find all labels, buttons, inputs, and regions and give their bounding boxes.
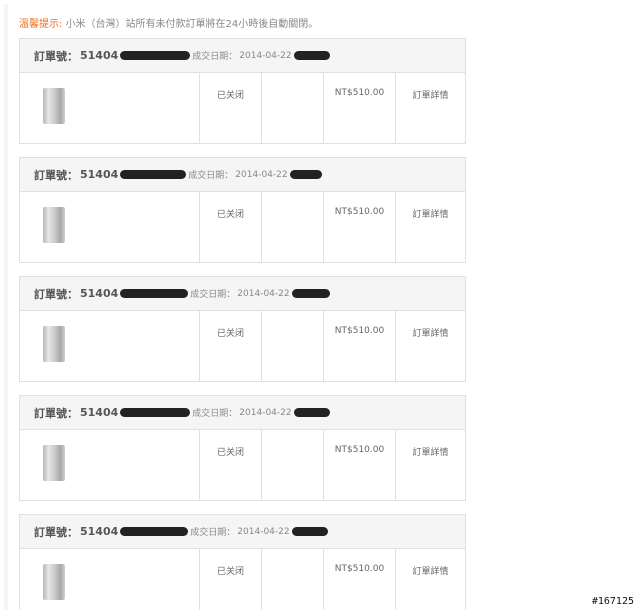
order-row: 已关闭 NT$510.00 訂單詳情 xyxy=(20,73,465,144)
redaction-mark xyxy=(120,170,187,179)
order-price: NT$510.00 xyxy=(324,73,396,144)
order-card: 訂單號： 51404 成交日期： 2014-04-22 已关闭 NT$510.0… xyxy=(19,38,466,144)
power-bank-image[interactable] xyxy=(43,564,65,600)
order-list-content: 溫馨提示: 小米（台灣）站所有未付款訂單將在24小時後自動關閉。 訂單號： 51… xyxy=(8,4,474,610)
redaction-mark xyxy=(291,527,328,536)
order-list-panel: 溫馨提示: 小米（台灣）站所有未付款訂單將在24小時後自動關閉。 訂單號： 51… xyxy=(4,4,474,610)
watermark-id: #167125 xyxy=(591,596,634,607)
redaction-mark xyxy=(120,408,191,417)
redaction-mark xyxy=(291,289,330,298)
order-date: 2014-04-22 xyxy=(239,407,292,418)
product-thumbnail-cell[interactable] xyxy=(20,549,200,610)
order-header: 訂單號： 51404 成交日期： 2014-04-22 xyxy=(20,515,465,549)
order-status: 已关闭 xyxy=(200,73,262,144)
order-row: 已关闭 NT$510.00 訂單詳情 xyxy=(20,192,465,263)
order-date: 2014-04-22 xyxy=(237,526,290,537)
redaction-mark xyxy=(120,289,189,298)
order-header: 訂單號： 51404 成交日期： 2014-04-22 xyxy=(20,158,465,192)
order-number-label: 訂單號： xyxy=(34,525,78,539)
order-detail-link[interactable]: 訂單詳情 xyxy=(396,73,465,144)
empty-cell xyxy=(262,549,324,610)
product-thumbnail-cell[interactable] xyxy=(20,73,200,144)
order-date: 2014-04-22 xyxy=(239,50,292,61)
power-bank-image[interactable] xyxy=(43,207,65,243)
order-card: 訂單號： 51404 成交日期： 2014-04-22 已关闭 NT$510.0… xyxy=(19,514,466,610)
order-date: 2014-04-22 xyxy=(235,169,288,180)
order-detail-link[interactable]: 訂單詳情 xyxy=(396,549,465,610)
order-header: 訂單號： 51404 成交日期： 2014-04-22 xyxy=(20,39,465,73)
notice-label: 溫馨提示: xyxy=(19,19,63,30)
order-number: 51404 xyxy=(80,168,119,181)
order-date-label: 成交日期： xyxy=(188,171,234,181)
redaction-mark xyxy=(120,51,191,60)
order-detail-link[interactable]: 訂單詳情 xyxy=(396,311,465,382)
order-price: NT$510.00 xyxy=(324,192,396,263)
order-number-label: 訂單號： xyxy=(34,287,78,301)
redaction-mark xyxy=(293,51,330,60)
power-bank-image[interactable] xyxy=(43,88,65,124)
order-number-label: 訂單號： xyxy=(34,406,78,420)
order-number: 51404 xyxy=(80,287,119,300)
order-price: NT$510.00 xyxy=(324,549,396,610)
empty-cell xyxy=(262,430,324,501)
empty-cell xyxy=(262,311,324,382)
redaction-mark xyxy=(289,170,322,179)
order-date-label: 成交日期： xyxy=(190,528,236,538)
order-card: 訂單號： 51404 成交日期： 2014-04-22 已关闭 NT$510.0… xyxy=(19,276,466,382)
order-number: 51404 xyxy=(80,49,119,62)
order-row: 已关闭 NT$510.00 訂單詳情 xyxy=(20,430,465,501)
empty-cell xyxy=(262,73,324,144)
order-header: 訂單號： 51404 成交日期： 2014-04-22 xyxy=(20,396,465,430)
order-status: 已关闭 xyxy=(200,192,262,263)
empty-cell xyxy=(262,192,324,263)
order-price: NT$510.00 xyxy=(324,311,396,382)
order-date: 2014-04-22 xyxy=(237,288,290,299)
order-row: 已关闭 NT$510.00 訂單詳情 xyxy=(20,311,465,382)
order-detail-link[interactable]: 訂單詳情 xyxy=(396,430,465,501)
order-status: 已关闭 xyxy=(200,430,262,501)
order-number: 51404 xyxy=(80,406,119,419)
order-number: 51404 xyxy=(80,525,119,538)
order-number-label: 訂單號： xyxy=(34,49,78,63)
order-status: 已关闭 xyxy=(200,549,262,610)
order-header: 訂單號： 51404 成交日期： 2014-04-22 xyxy=(20,277,465,311)
order-date-label: 成交日期： xyxy=(192,52,238,62)
redaction-mark xyxy=(293,408,330,417)
order-date-label: 成交日期： xyxy=(190,290,236,300)
product-thumbnail-cell[interactable] xyxy=(20,430,200,501)
order-row: 已关闭 NT$510.00 訂單詳情 xyxy=(20,549,465,610)
power-bank-image[interactable] xyxy=(43,326,65,362)
order-price: NT$510.00 xyxy=(324,430,396,501)
order-card: 訂單號： 51404 成交日期： 2014-04-22 已关闭 NT$510.0… xyxy=(19,395,466,501)
order-date-label: 成交日期： xyxy=(192,409,238,419)
product-thumbnail-cell[interactable] xyxy=(20,192,200,263)
order-card: 訂單號： 51404 成交日期： 2014-04-22 已关闭 NT$510.0… xyxy=(19,157,466,263)
order-status: 已关闭 xyxy=(200,311,262,382)
order-detail-link[interactable]: 訂單詳情 xyxy=(396,192,465,263)
redaction-mark xyxy=(120,527,189,536)
power-bank-image[interactable] xyxy=(43,445,65,481)
order-number-label: 訂單號： xyxy=(34,168,78,182)
notice-banner: 溫馨提示: 小米（台灣）站所有未付款訂單將在24小時後自動關閉。 xyxy=(19,15,318,30)
notice-text: 小米（台灣）站所有未付款訂單將在24小時後自動關閉。 xyxy=(65,19,319,30)
product-thumbnail-cell[interactable] xyxy=(20,311,200,382)
